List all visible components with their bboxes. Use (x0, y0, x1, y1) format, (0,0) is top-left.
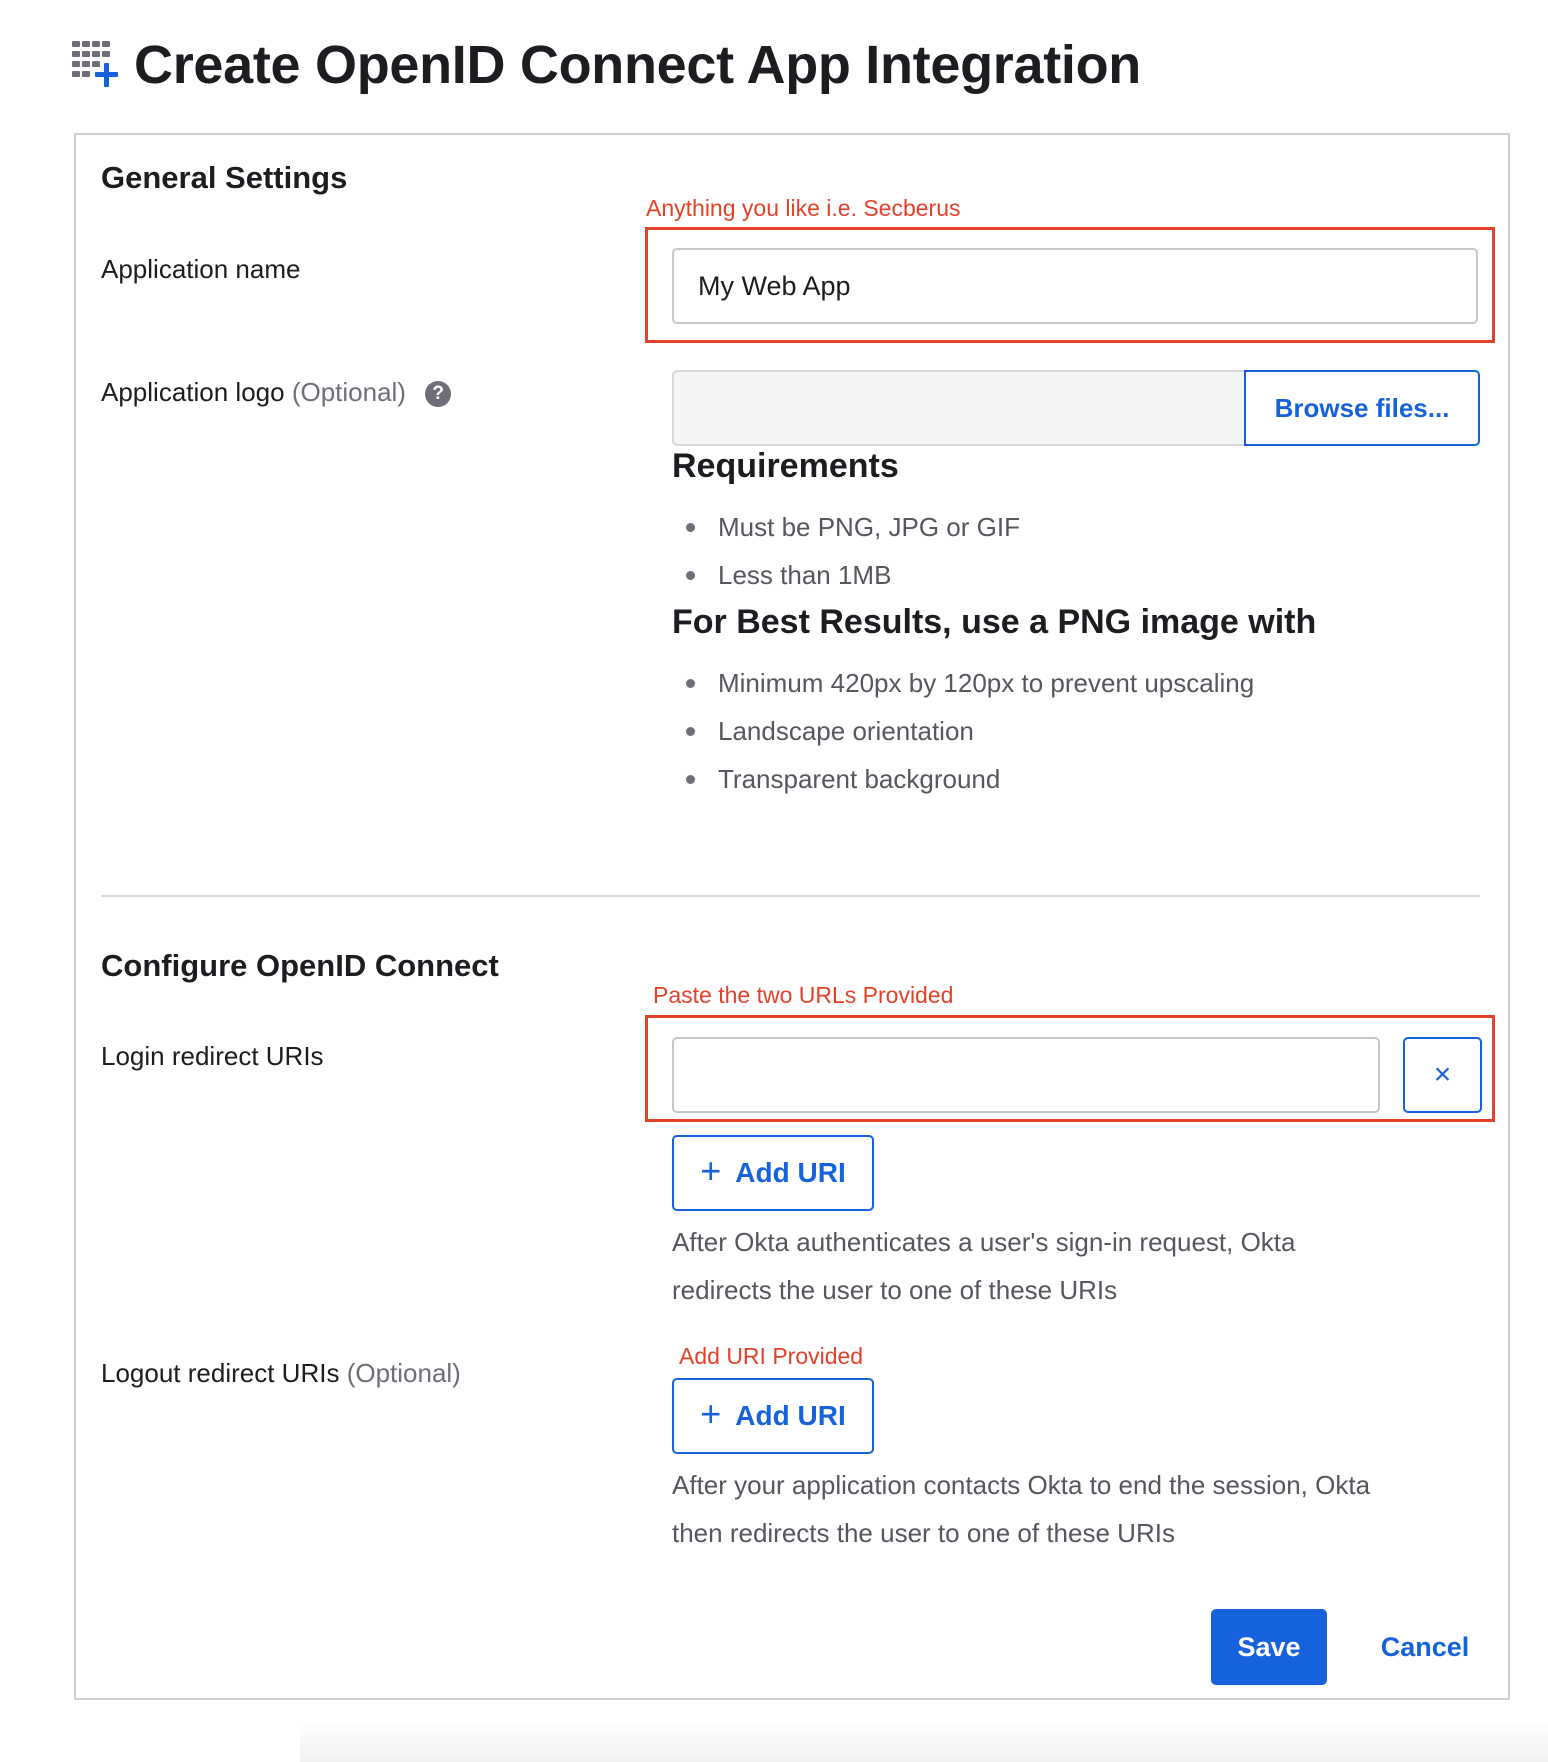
logout-redirect-help-line-2: then redirects the user to one of these … (672, 1518, 1175, 1548)
general-settings-heading: General Settings (101, 160, 348, 195)
close-icon: × (1433, 1058, 1452, 1091)
app-integration-form: General Settings Anything you like i.e. … (74, 133, 1510, 1700)
list-item: Minimum 420px by 120px to prevent upscal… (672, 659, 1254, 707)
best-results-heading: For Best Results, use a PNG image with (672, 603, 1317, 641)
list-item: Less than 1MB (672, 551, 1020, 599)
list-item: Landscape orientation (672, 707, 1254, 755)
app-name-value: My Web App (698, 270, 851, 301)
login-redirect-annotation: Paste the two URLs Provided (653, 982, 954, 1008)
app-grid-plus-icon (72, 41, 118, 87)
list-item: Must be PNG, JPG or GIF (672, 503, 1020, 551)
logout-redirect-optional-tag: (Optional) (346, 1358, 461, 1388)
login-redirect-help: After Okta authenticates a user's sign-i… (672, 1218, 1296, 1314)
cancel-button[interactable]: Cancel (1356, 1609, 1494, 1685)
login-redirect-label: Login redirect URIs (101, 1041, 324, 1071)
add-login-uri-button[interactable]: + Add URI (672, 1135, 874, 1211)
requirements-heading: Requirements (672, 447, 899, 485)
add-logout-uri-button[interactable]: + Add URI (672, 1378, 874, 1454)
section-divider (101, 895, 1480, 897)
app-logo-optional-tag: (Optional) (291, 377, 406, 407)
app-name-annotation: Anything you like i.e. Secberus (646, 195, 961, 221)
logout-redirect-annotation: Add URI Provided (679, 1343, 864, 1369)
page-footer-shadow (300, 1720, 1548, 1762)
logout-redirect-label: Logout redirect URIs (101, 1358, 340, 1388)
help-icon[interactable]: ? (425, 381, 452, 407)
login-redirect-help-line-2: redirects the user to one of these URIs (672, 1275, 1118, 1305)
list-item: Transparent background (672, 755, 1254, 803)
logo-file-well[interactable] (672, 370, 1244, 446)
best-results-list: Minimum 420px by 120px to prevent upscal… (672, 659, 1254, 803)
remove-uri-button[interactable]: × (1403, 1037, 1482, 1113)
plus-icon: + (700, 1150, 722, 1191)
logout-redirect-help-line-1: After your application contacts Okta to … (672, 1470, 1371, 1500)
app-name-label: Application name (101, 254, 301, 284)
login-redirect-uri-input[interactable] (672, 1037, 1380, 1113)
oidc-heading: Configure OpenID Connect (101, 948, 499, 983)
save-button[interactable]: Save (1211, 1609, 1327, 1685)
login-redirect-help-line-1: After Okta authenticates a user's sign-i… (672, 1227, 1296, 1257)
browse-files-button[interactable]: Browse files... (1244, 370, 1480, 446)
logout-redirect-help: After your application contacts Okta to … (672, 1461, 1370, 1557)
app-name-input[interactable]: My Web App (672, 248, 1478, 324)
add-uri-label: Add URI (735, 1157, 846, 1188)
page-title: Create OpenID Connect App Integration (134, 35, 1141, 95)
app-logo-label-row: Application logo (Optional) ? (101, 377, 452, 408)
page-header: Create OpenID Connect App Integration (72, 30, 1141, 100)
logout-redirect-label-row: Logout redirect URIs (Optional) (101, 1358, 461, 1389)
plus-icon: + (700, 1393, 722, 1434)
add-uri-label: Add URI (735, 1400, 846, 1431)
requirements-list: Must be PNG, JPG or GIF Less than 1MB (672, 503, 1020, 599)
app-logo-label: Application logo (101, 377, 285, 407)
